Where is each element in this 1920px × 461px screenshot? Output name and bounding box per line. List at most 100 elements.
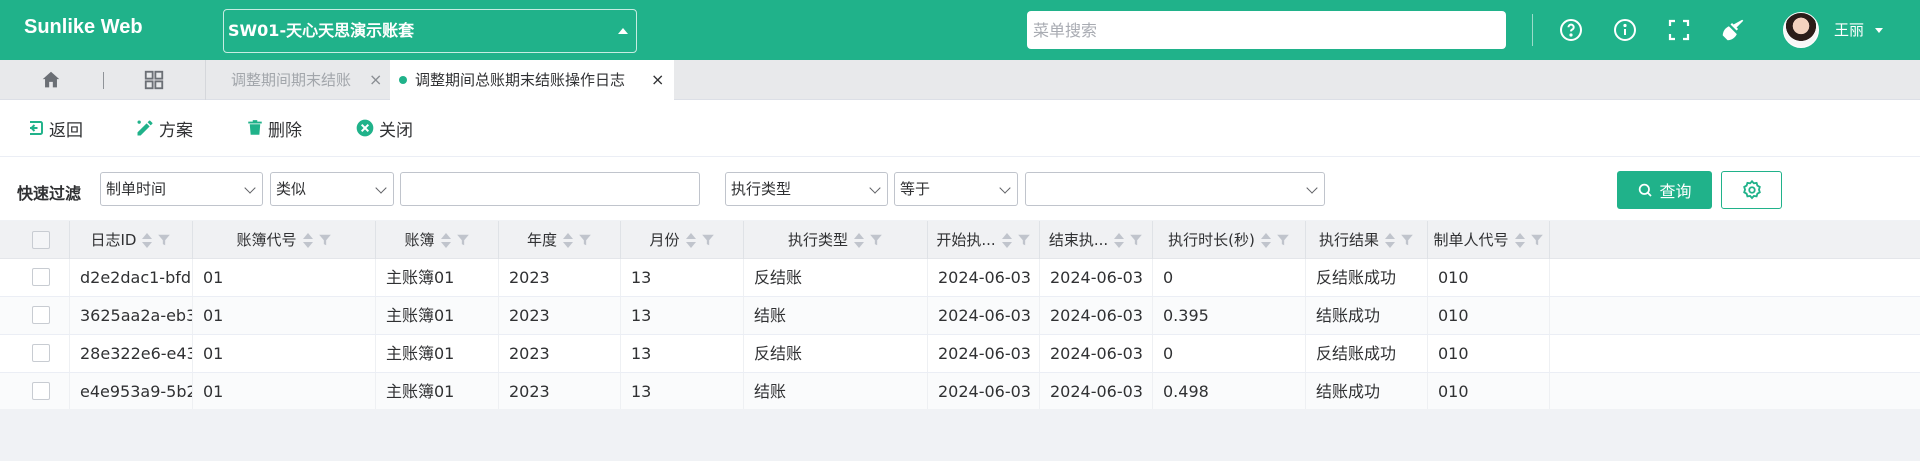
help-icon[interactable] [1558,17,1584,43]
info-icon[interactable] [1612,17,1638,43]
column-header[interactable]: 结束执... [1040,221,1153,259]
row-checkbox[interactable] [32,382,50,400]
table-cell: 2024-06-03 [928,297,1040,334]
row-checkbox[interactable] [32,268,50,286]
sort-icon[interactable] [302,232,313,250]
column-header[interactable]: 年度 [499,221,621,259]
filter-funnel-icon[interactable] [157,233,171,247]
delete-button[interactable]: 删除 [246,116,302,141]
table-cell: 2024-06-03 [1040,259,1153,296]
table-cell: 主账簿01 [376,335,499,372]
table-row[interactable]: e4e953a9-5b2...01主账簿01202313结账2024-06-03… [0,373,1920,411]
caret-down-icon[interactable] [1875,28,1883,33]
column-header-label: 制单人代号 [1433,231,1509,249]
table-cell: 反结账 [744,335,928,372]
tab-period-end-close[interactable]: 调整期间期末结账 × [206,60,390,100]
tab-close-operation-log[interactable]: 调整期间总账期末结账操作日志 × [390,60,674,100]
column-header[interactable]: 日志ID [70,221,193,259]
table-cell: 2024-06-03 [1040,297,1153,334]
table-row[interactable]: d2e2dac1-bfd...01主账簿01202313反结账2024-06-0… [0,259,1920,297]
table-row[interactable]: 28e322e6-e43f...01主账簿01202313反结账2024-06-… [0,335,1920,373]
apps-grid-icon[interactable] [143,69,165,95]
edit-scheme-icon [137,120,153,136]
sort-icon[interactable] [1001,232,1012,250]
close-icon[interactable]: × [369,60,382,100]
user-name[interactable]: 王丽 [1834,19,1864,40]
close-icon[interactable]: × [651,60,664,100]
fullscreen-icon[interactable] [1666,17,1692,43]
column-header[interactable]: 账簿 [376,221,499,259]
select-all-cell [0,221,70,259]
account-select-value: SW01-天心天思演示账套 [228,21,415,40]
column-header[interactable]: 账簿代号 [193,221,376,259]
filter-funnel-icon[interactable] [869,233,883,247]
header-divider [1532,14,1533,46]
filter-funnel-icon[interactable] [1400,233,1414,247]
filter-funnel-icon[interactable] [1276,233,1290,247]
filter-funnel-icon[interactable] [1129,233,1143,247]
sort-icon[interactable] [563,232,573,250]
filter-funnel-icon[interactable] [1017,233,1031,247]
select-all-checkbox[interactable] [32,231,50,249]
sort-icon[interactable] [1514,232,1525,250]
table-cell: 0.395 [1153,297,1306,334]
query-button[interactable]: 查询 [1617,171,1712,209]
table-cell: 反结账成功 [1306,259,1428,296]
close-circle-icon [356,119,374,137]
column-header[interactable]: 执行结果 [1306,221,1428,259]
sort-icon[interactable] [440,232,451,250]
column-header[interactable]: 月份 [621,221,744,259]
chevron-down-icon [244,182,256,194]
filter-operator-select[interactable]: 类似 [270,172,394,206]
column-header-label: 账簿代号 [236,231,297,249]
account-select[interactable]: SW01-天心天思演示账套 [223,9,637,53]
table-row[interactable]: 3625aa2a-eb3...01主账簿01202313结账2024-06-03… [0,297,1920,335]
home-icon[interactable] [40,69,62,95]
active-dot-icon [399,76,407,84]
column-header[interactable]: 执行类型 [744,221,928,259]
column-header-label: 执行时长(秒) [1168,231,1255,249]
sort-icon[interactable] [685,232,696,250]
exec-type-value-select[interactable] [1025,172,1325,206]
filter-value-input[interactable] [400,172,700,206]
close-button[interactable]: 关闭 [355,116,413,141]
sort-icon[interactable] [142,232,153,250]
exec-type-field-select[interactable]: 执行类型 [725,172,888,206]
exec-type-operator-select[interactable]: 等于 [894,172,1018,206]
table-cell: 13 [621,335,744,372]
scheme-button[interactable]: 方案 [135,116,193,141]
filter-funnel-icon[interactable] [456,233,470,247]
column-header[interactable]: 制单人代号 [1428,221,1550,259]
avatar[interactable] [1783,12,1819,48]
column-header-label: 执行结果 [1318,231,1379,249]
table-cell: 2023 [499,297,621,334]
table-cell: 反结账 [744,259,928,296]
filter-field-select[interactable]: 制单时间 [100,172,263,206]
sort-icon[interactable] [1260,232,1271,250]
column-header[interactable]: 执行时长(秒) [1153,221,1306,259]
sort-icon[interactable] [854,232,864,250]
filter-funnel-icon[interactable] [578,233,592,247]
chevron-down-icon [869,182,881,194]
row-select-cell [0,297,70,334]
column-header[interactable]: 开始执... [928,221,1040,259]
table-cell: 2024-06-03 [928,373,1040,410]
filter-funnel-icon[interactable] [1530,233,1544,247]
home-tab-area [0,60,205,100]
row-select-cell [0,335,70,372]
table-cell: 主账簿01 [376,297,499,334]
column-header-label: 执行类型 [787,231,848,249]
sort-icon[interactable] [1385,232,1395,250]
row-checkbox[interactable] [32,306,50,324]
filter-funnel-icon[interactable] [318,233,332,247]
filter-funnel-icon[interactable] [701,233,715,247]
broom-clear-icon[interactable] [1720,17,1746,43]
back-button[interactable]: 返回 [27,116,83,141]
sort-icon[interactable] [1114,232,1125,250]
filter-settings-button[interactable] [1721,171,1782,209]
menu-search-input[interactable] [1027,11,1506,49]
row-checkbox[interactable] [32,344,50,362]
top-header: Sunlike Web SW01-天心天思演示账套 王丽 [0,0,1920,60]
table-cell: 2023 [499,335,621,372]
trash-icon [248,120,262,135]
